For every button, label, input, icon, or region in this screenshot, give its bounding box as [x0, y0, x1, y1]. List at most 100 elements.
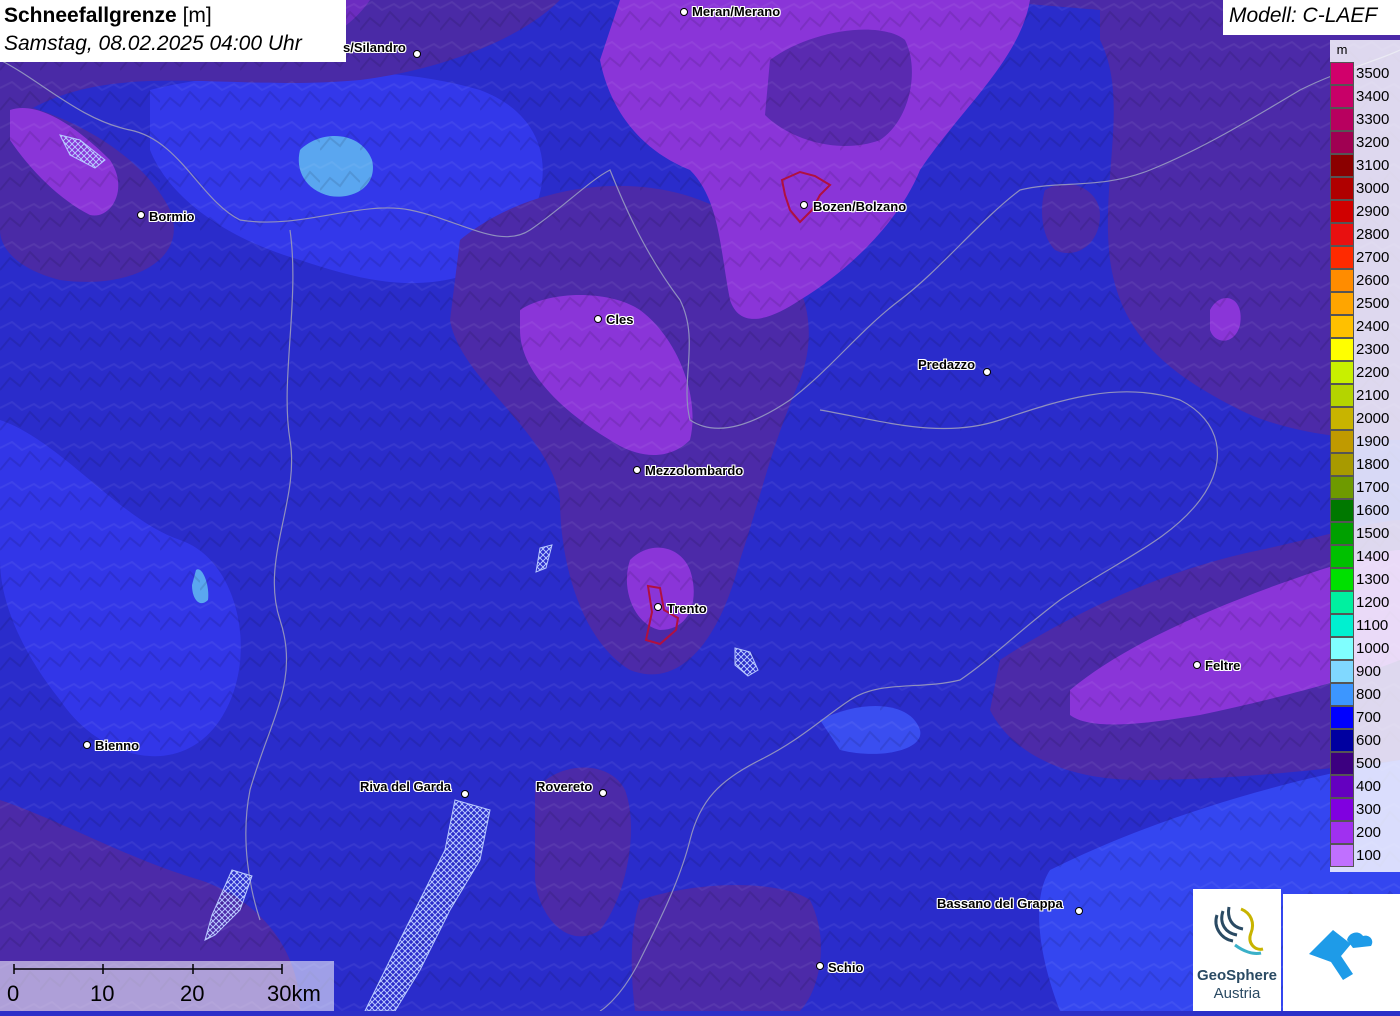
scale-tick-label: 30km	[267, 981, 321, 1006]
city-marker[interactable]	[800, 201, 808, 209]
city-marker[interactable]	[1193, 661, 1201, 669]
legend-label: 3100	[1356, 157, 1390, 174]
legend-label: 3300	[1356, 111, 1390, 128]
legend-swatch	[1330, 453, 1354, 476]
legend-label: 1600	[1356, 502, 1390, 519]
legend-row: 2500	[1330, 292, 1400, 315]
city-label: Meran/Merano	[692, 4, 781, 19]
legend-row: 3400	[1330, 85, 1400, 108]
city-marker[interactable]	[413, 50, 421, 58]
legend-label: 3500	[1356, 65, 1390, 82]
legend-row: 1200	[1330, 591, 1400, 614]
legend-swatch	[1330, 476, 1354, 499]
legend-swatch	[1330, 338, 1354, 361]
legend-label: 2500	[1356, 295, 1390, 312]
legend-row: 2200	[1330, 361, 1400, 384]
legend-row: 2400	[1330, 315, 1400, 338]
city-marker[interactable]	[983, 368, 991, 376]
legend-swatch	[1330, 246, 1354, 269]
legend-swatch	[1330, 269, 1354, 292]
partner-logo[interactable]	[1283, 894, 1400, 1011]
legend-swatch	[1330, 430, 1354, 453]
legend-label: 800	[1356, 686, 1382, 703]
legend-row: 500	[1330, 752, 1400, 775]
legend-row: 1300	[1330, 568, 1400, 591]
legend-swatch	[1330, 683, 1354, 706]
legend-swatch	[1330, 315, 1354, 338]
legend-label: 1500	[1356, 525, 1390, 542]
city-marker[interactable]	[1075, 907, 1083, 915]
legend-label: 2700	[1356, 249, 1390, 266]
legend-label: 2000	[1356, 410, 1390, 427]
legend-row: 1600	[1330, 499, 1400, 522]
city-label: Schio	[828, 960, 864, 975]
city-marker[interactable]	[680, 8, 688, 16]
city-marker[interactable]	[816, 962, 824, 970]
legend-swatch	[1330, 614, 1354, 637]
legend-row: 400	[1330, 775, 1400, 798]
city-marker[interactable]	[137, 211, 145, 219]
legend-swatch	[1330, 729, 1354, 752]
legend-swatch	[1330, 706, 1354, 729]
city-label: Rovereto	[536, 779, 593, 794]
legend-label: 2200	[1356, 364, 1390, 381]
legend-label: 2300	[1356, 341, 1390, 358]
city-label: Feltre	[1205, 658, 1241, 673]
legend-row: 2800	[1330, 223, 1400, 246]
legend-swatch	[1330, 660, 1354, 683]
legend-row: 1800	[1330, 453, 1400, 476]
legend-swatch	[1330, 361, 1354, 384]
legend-swatch	[1330, 499, 1354, 522]
legend-label: 2900	[1356, 203, 1390, 220]
legend-label: 1300	[1356, 571, 1390, 588]
legend-label: 2100	[1356, 387, 1390, 404]
legend-row: 600	[1330, 729, 1400, 752]
legend-swatch	[1330, 223, 1354, 246]
mountain-cloud-icon	[1309, 930, 1373, 980]
legend-label: 500	[1356, 755, 1382, 772]
geosphere-mark-icon	[1214, 906, 1264, 955]
legend-label: 1400	[1356, 548, 1390, 565]
city-label: Bormio	[149, 209, 195, 224]
legend-row: 2700	[1330, 246, 1400, 269]
legend-row: 800	[1330, 683, 1400, 706]
legend-swatch	[1330, 844, 1354, 867]
legend-row: 300	[1330, 798, 1400, 821]
map-title-box: Schneefallgrenze [m] Samstag, 08.02.2025…	[0, 0, 346, 62]
scale-tick-label: 10	[90, 981, 115, 1006]
scale-bar: 0 10 20 30km	[0, 961, 334, 1011]
model-label: Modell: C-LAEF	[1223, 0, 1400, 35]
legend-row: 1900	[1330, 430, 1400, 453]
legend-label: 3200	[1356, 134, 1390, 151]
city-marker[interactable]	[633, 466, 641, 474]
city-marker[interactable]	[654, 603, 662, 611]
city-marker[interactable]	[461, 790, 469, 798]
legend-label: 1700	[1356, 479, 1390, 496]
snowfall-limit-map[interactable]	[0, 0, 1400, 1011]
legend-label: 3400	[1356, 88, 1390, 105]
legend-swatch	[1330, 591, 1354, 614]
city-marker[interactable]	[594, 315, 602, 323]
legend-label: 1800	[1356, 456, 1390, 473]
city-marker[interactable]	[599, 789, 607, 797]
legend-row: 1000	[1330, 637, 1400, 660]
city-label: Bienno	[95, 738, 140, 753]
legend-row: 200	[1330, 821, 1400, 844]
legend-label: 2400	[1356, 318, 1390, 335]
legend-label: 400	[1356, 778, 1382, 795]
legend-row: 2600	[1330, 269, 1400, 292]
geosphere-austria-logo[interactable]: GeoSphere Austria	[1193, 889, 1281, 1011]
legend-label: 200	[1356, 824, 1382, 841]
legend-row: 1100	[1330, 614, 1400, 637]
city-marker[interactable]	[83, 741, 91, 749]
legend-swatch	[1330, 200, 1354, 223]
legend-swatch	[1330, 637, 1354, 660]
legend-label: 1100	[1356, 617, 1389, 634]
legend-swatch	[1330, 62, 1354, 85]
legend-row: 3200	[1330, 131, 1400, 154]
legend-swatch	[1330, 798, 1354, 821]
city-label: Cles	[606, 312, 634, 327]
legend-swatch	[1330, 821, 1354, 844]
map-title: Schneefallgrenze [m]	[4, 4, 212, 27]
legend-row: 3300	[1330, 108, 1400, 131]
